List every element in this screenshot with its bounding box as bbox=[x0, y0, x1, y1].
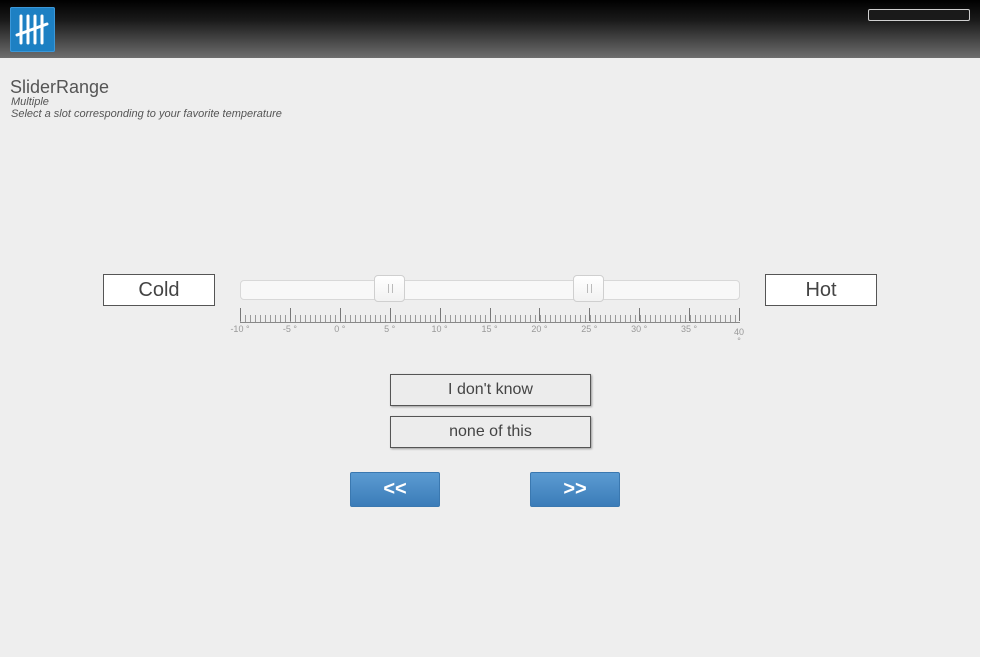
scale-tick-label: 20 ° bbox=[531, 324, 548, 334]
scale-major-tick bbox=[689, 308, 691, 321]
dont-know-button[interactable]: I don't know bbox=[390, 374, 591, 406]
scale-tick-label: 35 ° bbox=[681, 324, 698, 334]
scale-tick-label: 5 ° bbox=[384, 324, 396, 334]
slider-handle-low[interactable] bbox=[373, 275, 405, 302]
scale-tick-label: 30 ° bbox=[631, 324, 648, 334]
question-type: Multiple bbox=[11, 96, 49, 108]
tally-marks-icon bbox=[10, 7, 55, 52]
label-cold: Cold bbox=[103, 274, 215, 306]
scale-major-tick bbox=[589, 308, 591, 321]
scale-tick-label: -10 ° bbox=[230, 324, 250, 334]
scale-tick-label-end: 40 ° bbox=[733, 327, 744, 346]
scale-tick-label: 10 ° bbox=[431, 324, 448, 334]
scale-major-tick bbox=[639, 308, 641, 321]
progress-bar bbox=[868, 9, 970, 21]
top-bar bbox=[0, 0, 980, 58]
range-slider-track[interactable] bbox=[240, 280, 740, 300]
question-instruction: Select a slot corresponding to your favo… bbox=[11, 108, 282, 120]
label-hot: Hot bbox=[765, 274, 877, 306]
scale-tick-label: 15 ° bbox=[481, 324, 498, 334]
scale-tick-label: 25 ° bbox=[581, 324, 598, 334]
slider-handle-high[interactable] bbox=[573, 275, 605, 302]
scale-major-tick bbox=[539, 308, 541, 321]
next-button[interactable]: >> bbox=[530, 472, 620, 507]
scale-major-tick bbox=[489, 308, 491, 321]
scale-tick-label: 0 ° bbox=[334, 324, 346, 334]
scale-major-tick bbox=[739, 308, 740, 321]
scale-major-tick bbox=[439, 308, 441, 321]
question-title: SliderRange bbox=[10, 77, 110, 97]
scale-tick-label: -5 ° bbox=[282, 324, 297, 334]
previous-button[interactable]: << bbox=[350, 472, 440, 507]
scale-major-tick bbox=[289, 308, 291, 321]
scale-major-tick bbox=[240, 308, 241, 321]
right-border bbox=[980, 0, 984, 660]
scale-major-tick bbox=[389, 308, 391, 321]
scale-major-tick bbox=[339, 308, 341, 321]
none-of-this-button[interactable]: none of this bbox=[390, 416, 591, 448]
